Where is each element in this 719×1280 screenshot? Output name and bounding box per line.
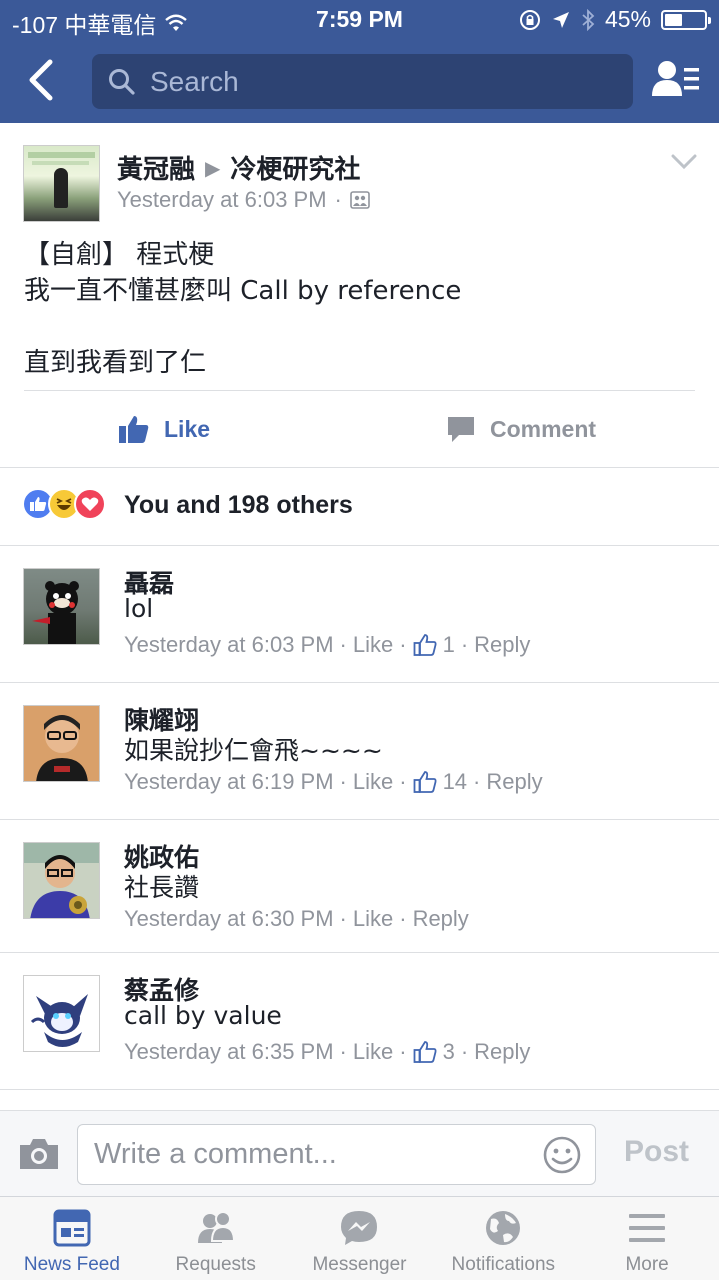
comment-text: 社長讚 [124,873,200,902]
tab-label: News Feed [23,1254,120,1275]
comment-reply-button[interactable]: Reply [486,769,542,795]
comment-reply-button[interactable]: Reply [413,906,469,932]
tab-requests[interactable]: Requests [144,1197,288,1280]
comment-bubble-icon [448,417,474,442]
comment-like-button[interactable]: Like [353,1039,393,1065]
post-line: 我一直不懂甚麼叫 Call by reference [24,276,462,306]
time-separator: · [334,187,342,212]
requests-icon [197,1211,235,1243]
like-button[interactable]: Like [118,409,210,449]
post-time[interactable]: Yesterday at 6:03 PM [117,187,327,213]
comment-text: 如果說抄仁會飛~~~~ [124,736,383,765]
rotation-lock-icon [519,9,540,30]
comment-text: call by value [124,1001,282,1030]
tab-bar: News Feed Requests Messenger Notificatio… [0,1196,719,1280]
search-bar[interactable] [92,54,633,109]
post-line: 直到我看到了仁 [24,348,207,378]
emoji-icon[interactable] [542,1135,582,1175]
comment-item: 姚政佑 社長讚 Yesterday at 6:30 PM · Like · Re… [0,820,719,952]
comment-item: 聶磊 lol Yesterday at 6:03 PM · Like · 1 ·… [0,546,719,682]
back-arrow-icon[interactable] [22,58,62,102]
group-audience-icon [350,191,370,209]
tab-news-feed[interactable]: News Feed [0,1197,144,1280]
comment-time: Yesterday at 6:19 PM [124,769,334,794]
commenter-avatar[interactable] [23,705,100,782]
comment-like-button[interactable]: Like [353,632,393,658]
divider [0,467,719,468]
chevron-down-icon[interactable] [671,153,697,171]
reactions-summary[interactable]: You and 198 others [124,491,353,520]
commenter-avatar[interactable] [23,842,100,919]
bluetooth-icon [582,8,595,31]
comment-item: 蔡孟修 call by value Yesterday at 6:35 PM ·… [0,953,719,1089]
tab-messenger[interactable]: Messenger [288,1197,432,1280]
comment-like-count[interactable]: 3 [443,1039,455,1065]
search-input[interactable] [150,65,610,98]
comment-like-count[interactable]: 1 [443,632,455,658]
status-bar: -107 中華電信 7:59 PM 45% [0,0,719,40]
comment-time: Yesterday at 6:03 PM [124,632,334,657]
post-comment-button[interactable]: Post [624,1135,689,1169]
top-header: -107 中華電信 7:59 PM 45% [0,0,719,123]
comment-meta: Yesterday at 6:03 PM · Like · 1 · Reply [124,632,531,658]
comment-label: Comment [490,415,597,442]
battery-percent: 45% [604,6,651,32]
comment-composer: Post [0,1110,719,1196]
search-icon [109,68,135,95]
post-line [24,309,694,345]
post-header: 黃冠融 ▶ 冷梗研究社 [117,149,360,186]
comment-time: Yesterday at 6:35 PM [124,1039,334,1064]
post-group[interactable]: 冷梗研究社 [230,149,360,186]
comment-meta: Yesterday at 6:35 PM · Like · 3 · Reply [124,1039,531,1065]
battery-icon [661,9,711,30]
status-right: 45% [519,6,711,33]
thumbs-up-count-icon [413,1041,437,1063]
comment-text: lol [124,594,154,623]
comment-like-button[interactable]: Like [353,906,393,932]
camera-icon[interactable] [18,1137,60,1171]
comment-button[interactable]: Comment [446,409,719,449]
commenter-avatar[interactable] [23,568,100,645]
news-feed-icon [53,1209,91,1247]
tab-label: Notifications [451,1254,556,1275]
tab-label: Requests [175,1254,256,1275]
comment-reply-button[interactable]: Reply [474,1039,530,1065]
tab-label: More [625,1254,669,1275]
tab-more[interactable]: More [575,1197,719,1280]
comment-like-button[interactable]: Like [353,769,393,795]
divider [24,390,695,391]
share-arrow-icon: ▶ [205,155,221,180]
comment-meta: Yesterday at 6:30 PM · Like · Reply [124,906,469,932]
thumbs-up-count-icon [413,771,437,793]
post-body: 【自創】 程式梗 我一直不懂甚麼叫 Call by reference 直到我看… [24,237,694,381]
comment-meta: Yesterday at 6:19 PM · Like · 14 · Reply [124,769,543,795]
divider [0,1089,719,1090]
tab-notifications[interactable]: Notifications [431,1197,575,1280]
notifications-icon [486,1211,521,1245]
friends-list-icon[interactable] [651,58,701,104]
author-avatar[interactable] [23,145,100,222]
comment-input[interactable] [77,1124,596,1185]
comment-reply-button[interactable]: Reply [474,632,530,658]
love-reaction-icon [74,488,106,520]
messenger-icon [341,1211,378,1245]
tab-label: Messenger [312,1254,407,1275]
comment-time: Yesterday at 6:30 PM [124,906,334,931]
thumbs-up-icon [119,416,149,443]
post-author[interactable]: 黃冠融 [117,149,195,186]
commenter-avatar[interactable] [23,975,100,1052]
post-timestamp: Yesterday at 6:03 PM · [117,187,370,213]
thumbs-up-count-icon [413,634,437,656]
more-icon [629,1214,666,1242]
like-label: Like [164,415,211,442]
comment-like-count[interactable]: 14 [443,769,467,795]
post-line: 【自創】 程式梗 [24,240,215,270]
location-icon [552,11,569,28]
reaction-icons[interactable] [22,488,106,520]
comment-item: 陳耀翊 如果說抄仁會飛~~~~ Yesterday at 6:19 PM · L… [0,683,719,819]
